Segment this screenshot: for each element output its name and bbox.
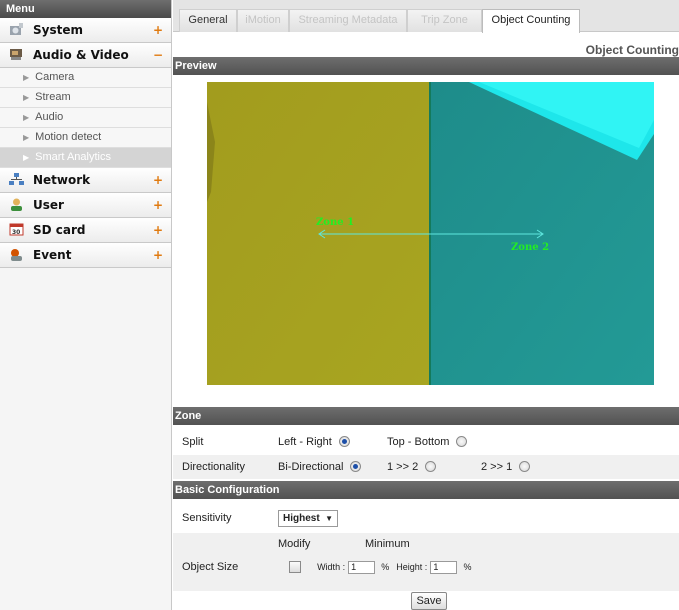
arrow-right-icon: ▶ xyxy=(23,113,30,122)
option-label: 2 >> 1 xyxy=(481,461,513,473)
submenu-item-camera[interactable]: ▶ Camera xyxy=(0,68,171,88)
tab-object-counting[interactable]: Object Counting xyxy=(482,9,580,33)
submenu-item-smart-analytics[interactable]: ▶ Smart Analytics xyxy=(0,148,171,168)
preview-section-header: Preview xyxy=(173,57,679,75)
sensitivity-value: Highest xyxy=(283,513,320,524)
height-input[interactable]: 1 xyxy=(430,560,458,574)
menu-category-label: Network xyxy=(33,173,91,187)
width-input[interactable]: 1 xyxy=(348,560,376,574)
gear-icon xyxy=(10,23,23,35)
one-to-two-option: 1 >> 2 xyxy=(387,455,437,479)
tab-general[interactable]: General xyxy=(179,9,237,32)
menu-title: Menu xyxy=(0,0,171,18)
directionality-label: Directionality xyxy=(182,461,245,473)
zone2-label: Zone 2 xyxy=(511,242,549,253)
sd-card-icon: 30 xyxy=(9,223,24,236)
submenu-item-label: Smart Analytics xyxy=(35,151,111,163)
width-label: Width : xyxy=(317,562,346,572)
bi-directional-option: Bi-Directional xyxy=(278,455,362,479)
option-label: Left - Right xyxy=(278,436,332,448)
split-top-bottom-radio[interactable] xyxy=(456,435,468,447)
split-label: Split xyxy=(182,436,204,448)
menu-category-network[interactable]: Network + xyxy=(0,168,171,193)
two-to-one-radio[interactable] xyxy=(519,460,531,472)
directionality-row: Directionality Bi-Directional 1 >> 2 2 >… xyxy=(173,455,679,479)
expand-icon: + xyxy=(152,23,163,37)
menu-category-sd-card[interactable]: 30 SD card + xyxy=(0,218,171,243)
submenu-item-label: Camera xyxy=(35,71,75,83)
sensitivity-label: Sensitivity xyxy=(182,512,232,524)
network-icon xyxy=(9,173,24,185)
submenu-item-label: Audio xyxy=(35,111,64,123)
camera-icon xyxy=(10,49,22,60)
split-row: Split Left - Right Top - Bottom xyxy=(173,430,679,454)
preview-image: Zone 1 Zone 2 xyxy=(207,82,654,385)
menu-category-system[interactable]: System + xyxy=(0,18,171,43)
menu-category-label: SD card xyxy=(33,223,86,237)
split-left-right-option: Left - Right xyxy=(278,430,350,454)
event-icon xyxy=(11,249,22,261)
split-left-right-radio[interactable] xyxy=(338,435,350,447)
zone1-label: Zone 1 xyxy=(316,217,354,228)
menu-category-audio-video[interactable]: Audio & Video − xyxy=(0,43,171,68)
sidebar-menu: Menu System + Audio & Video − ▶ Camera ▶ S… xyxy=(0,0,172,610)
sensitivity-select[interactable]: Highest ▼ xyxy=(278,510,338,527)
page-title: Object Counting xyxy=(585,43,679,57)
expand-icon: + xyxy=(152,248,163,262)
sensitivity-row: Sensitivity Highest ▼ xyxy=(173,504,679,533)
tab-bar: General iMotion Streaming Metadata Trip … xyxy=(173,0,679,33)
modify-checkbox[interactable] xyxy=(289,561,301,574)
submenu-item-label: Motion detect xyxy=(35,131,102,143)
collapse-icon: − xyxy=(152,48,163,62)
one-to-two-radio[interactable] xyxy=(425,460,437,472)
modify-header: Modify xyxy=(278,538,311,550)
height-percent: % xyxy=(463,562,472,572)
submenu-item-label: Stream xyxy=(35,91,71,103)
arrow-right-icon: ▶ xyxy=(23,133,30,142)
camera-preview[interactable]: Zone 1 Zone 2 xyxy=(207,82,654,385)
option-label: Bi-Directional xyxy=(278,461,344,473)
expand-icon: + xyxy=(152,173,163,187)
submenu-item-motion-detect[interactable]: ▶ Motion detect xyxy=(0,128,171,148)
menu-category-label: System xyxy=(33,23,83,37)
expand-icon: + xyxy=(152,223,163,237)
arrow-right-icon: ▶ xyxy=(23,153,30,162)
menu-category-label: User xyxy=(33,198,64,212)
object-size-row: Modify Minimum Object Size Width : 1 % H… xyxy=(173,533,679,591)
arrow-right-icon: ▶ xyxy=(23,73,30,82)
tab-imotion[interactable]: iMotion xyxy=(237,9,289,32)
arrow-right-icon: ▶ xyxy=(23,93,30,102)
minimum-header: Minimum xyxy=(365,538,410,550)
submenu-item-audio[interactable]: ▶ Audio xyxy=(0,108,171,128)
split-top-bottom-option: Top - Bottom xyxy=(387,430,468,454)
object-size-controls: Width : 1 % Height : 1 % xyxy=(289,555,471,579)
menu-category-label: Audio & Video xyxy=(33,48,129,62)
submenu-item-stream[interactable]: ▶ Stream xyxy=(0,88,171,108)
main-content: General iMotion Streaming Metadata Trip … xyxy=(173,0,679,610)
save-button[interactable]: Save xyxy=(411,592,447,610)
expand-icon: + xyxy=(152,198,163,212)
basic-configuration-header: Basic Configuration xyxy=(173,481,679,499)
dropdown-arrow-icon: ▼ xyxy=(325,514,333,523)
bi-directional-radio[interactable] xyxy=(350,460,362,472)
menu-category-user[interactable]: User + xyxy=(0,193,171,218)
width-percent: % xyxy=(381,562,390,572)
object-size-label: Object Size xyxy=(182,561,239,573)
zone-section-header: Zone xyxy=(173,407,679,425)
menu-category-label: Event xyxy=(33,248,72,262)
height-label: Height : xyxy=(396,562,428,572)
tab-streaming-metadata[interactable]: Streaming Metadata xyxy=(289,9,407,32)
menu-category-event[interactable]: Event + xyxy=(0,243,171,268)
svg-text:30: 30 xyxy=(12,229,20,236)
option-label: Top - Bottom xyxy=(387,436,450,448)
user-icon xyxy=(11,198,22,211)
option-label: 1 >> 2 xyxy=(387,461,419,473)
two-to-one-option: 2 >> 1 xyxy=(481,455,531,479)
tab-trip-zone[interactable]: Trip Zone xyxy=(407,9,482,32)
